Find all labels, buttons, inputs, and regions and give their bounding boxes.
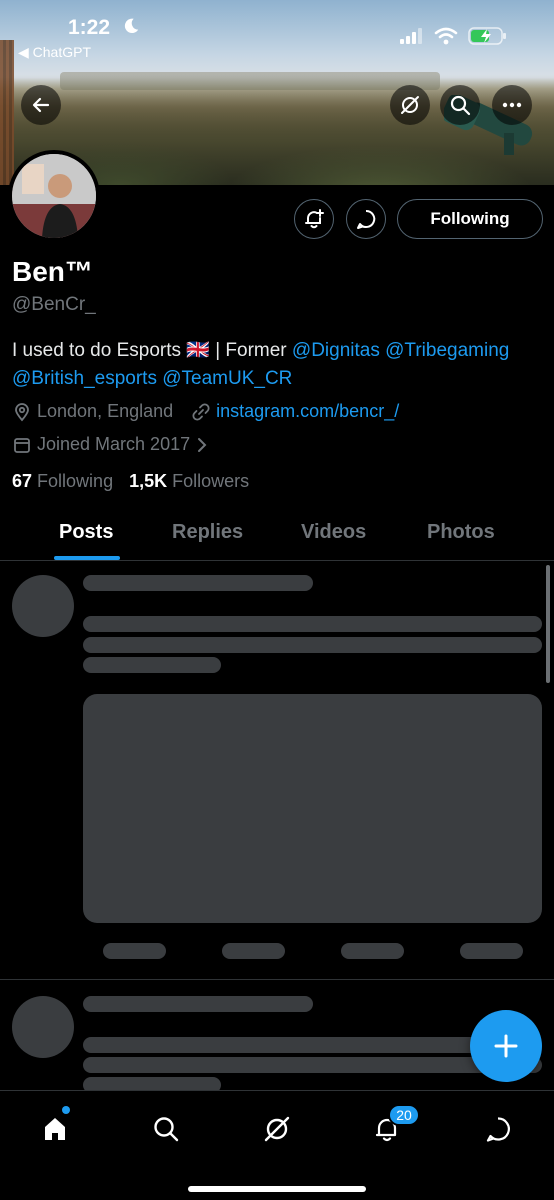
home-icon [45,1118,65,1140]
skeleton-avatar [12,575,74,637]
chevron-right-icon [198,437,207,452]
following-label: Following [37,471,114,491]
skeleton-avatar [12,996,74,1058]
grok-button[interactable] [390,85,430,125]
back-button[interactable] [21,85,61,125]
profile-location-row: London, England instagram.com/bencr_/ [12,401,399,422]
plus-icon [494,1034,518,1058]
following-button[interactable]: Following [397,199,543,239]
skeleton-action [341,943,404,959]
nav-home[interactable] [35,1109,75,1149]
profile-name: Ben™ [12,256,93,287]
bell-plus-icon [305,209,324,229]
battery-charging-icon [468,27,506,45]
moon-icon [124,18,139,34]
skeleton-action [103,943,166,959]
skeleton-line [83,996,313,1012]
signal-icon [400,28,422,44]
back-to-app-link[interactable]: ◀ ChatGPT [18,44,91,61]
tab-photos[interactable]: Photos [427,521,495,544]
home-unread-dot [62,1106,70,1114]
message-icon [486,1117,510,1142]
skeleton-line [83,637,542,653]
profile-bio: I used to do Esports 🇬🇧 | Former @Dignit… [12,337,542,393]
nav-messages[interactable] [478,1109,518,1149]
search-profile-button[interactable] [440,85,480,125]
profile-tabs: Posts Replies Videos Photos [0,505,554,561]
followers-count-link[interactable]: 1,5K Followers [129,471,249,492]
message-icon [357,209,376,229]
bio-mention-teamuk[interactable]: @TeamUK_CR [162,368,292,389]
wifi-icon [434,27,458,45]
profile-screen: 1:22 ◀ ChatGPT Following Ben™ @BenCr_ I … [0,0,554,1200]
link-icon [192,402,210,421]
search-icon [450,95,471,116]
post-divider [0,979,554,980]
profile-location: London, England [37,401,174,421]
nav-search[interactable] [146,1109,186,1149]
skeleton-action [222,943,285,959]
skeleton-line [83,616,542,632]
following-count-link[interactable]: 67 Following [12,471,113,492]
search-icon [154,1117,179,1142]
scrollbar[interactable] [546,565,550,683]
skeleton-line [83,575,313,591]
notifications-badge: 20 [388,1104,420,1126]
grok-icon [401,96,419,114]
more-options-button[interactable] [492,85,532,125]
bottom-nav [0,1090,554,1200]
tab-posts[interactable]: Posts [59,521,113,544]
avatar-photo [12,154,96,238]
profile-avatar[interactable] [8,150,100,242]
skeleton-action [460,943,523,959]
profile-handle: @BenCr_ [12,294,96,315]
status-icons [400,26,508,46]
compose-post-button[interactable] [470,1010,542,1082]
profile-website[interactable]: instagram.com/bencr_/ [216,401,399,422]
message-button[interactable] [346,199,386,239]
bio-mention-tribegaming[interactable]: @Tribegaming [385,340,509,361]
banner-railing [0,40,14,185]
bio-mention-dignitas[interactable]: @Dignitas [292,340,380,361]
nav-grok[interactable] [257,1109,297,1149]
arrow-left-icon [32,97,50,113]
home-indicator [188,1186,366,1192]
skeleton-line [83,657,221,673]
grok-icon [264,1116,290,1142]
tab-videos[interactable]: Videos [301,521,366,544]
calendar-icon [14,437,30,453]
notify-button[interactable] [294,199,334,239]
skeleton-media [83,694,542,923]
following-count: 67 [12,471,33,491]
bio-text: I used to do Esports 🇬🇧 | Former [12,340,292,361]
tab-active-indicator [54,556,120,560]
tab-replies[interactable]: Replies [172,521,243,544]
followers-label: Followers [172,471,250,491]
location-pin-icon [15,402,29,421]
profile-counts: 67 Following 1,5K Followers [12,471,249,492]
followers-count: 1,5K [129,471,168,491]
bio-mention-british-esports[interactable]: @British_esports [12,368,157,389]
status-time: 1:22 [68,16,111,39]
profile-joined: Joined March 2017 [37,434,191,454]
profile-joined-row[interactable]: Joined March 2017 [12,434,208,455]
more-dots-icon [502,102,522,108]
